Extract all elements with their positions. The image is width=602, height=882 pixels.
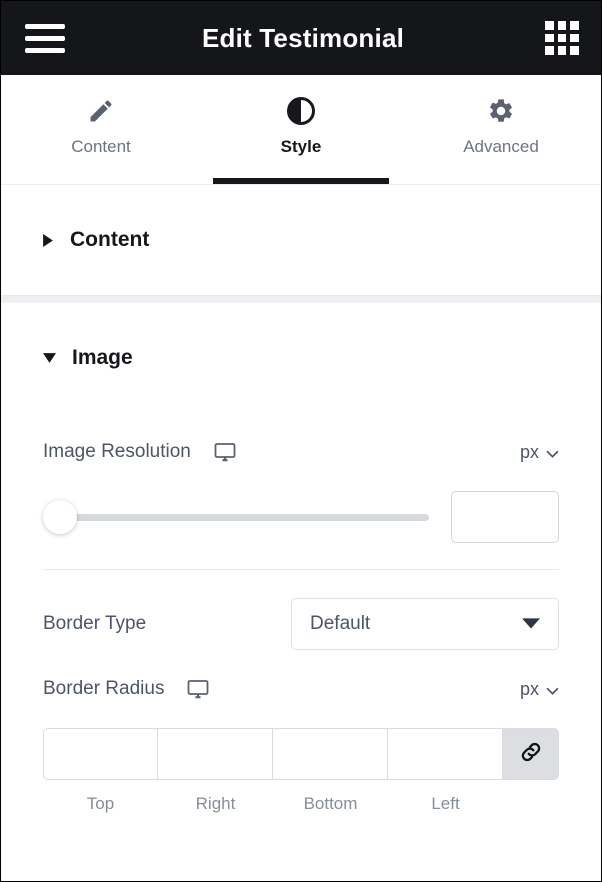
grid-dot [545,21,554,30]
grid-dot [557,33,567,43]
image-resolution-header: Image Resolution px [43,435,559,469]
field-caption: Top [86,794,115,813]
image-resolution-input[interactable] [451,491,559,543]
unit-selector-border-radius[interactable]: px [520,679,559,700]
section-divider [1,295,601,303]
grid-dot [545,33,554,43]
hamburger-bar [25,23,65,29]
field-caption: Left [431,794,460,813]
border-radius-right: Right [158,728,273,814]
border-type-select[interactable]: Default [291,598,559,650]
section-header-image[interactable]: Image [1,303,601,413]
section-title: Content [70,228,150,251]
edit-testimonial-panel: Edit Testimonial Content Style Advanced … [0,0,602,882]
control-label: Border Radius [43,678,165,699]
hamburger-menu-icon[interactable] [23,21,67,55]
border-radius-top-input[interactable] [43,728,158,780]
control-label: Border Type [43,613,147,634]
desktop-monitor-icon[interactable] [186,677,210,701]
border-radius-left: Left [388,728,503,814]
grid-dot [557,46,567,55]
tab-content[interactable]: Content [1,75,201,184]
tab-label: Advanced [463,137,539,156]
border-radius-left-input[interactable] [388,728,503,780]
grid-dot [570,46,579,55]
contrast-icon [286,95,316,127]
border-radius-bottom: Bottom [273,728,388,814]
unit-label: px [519,441,539,462]
hamburger-bar [25,47,65,53]
border-radius-inputs: Top Right Bottom Left [43,728,559,814]
image-resolution-slider[interactable] [43,500,429,534]
slider-track [52,513,429,521]
apps-grid-icon[interactable] [545,21,579,55]
gear-icon [487,95,515,127]
tab-label: Style [280,137,322,156]
border-radius-top: Top [43,728,158,814]
control-divider [43,569,559,570]
control-image-resolution: Image Resolution px [43,413,559,570]
caret-down-icon [43,352,56,364]
image-section-body: Image Resolution px Border Type Default … [1,413,601,814]
control-border-type: Border Type Default [43,598,559,650]
unit-selector-image-resolution[interactable]: px [520,442,559,463]
section-header-content[interactable]: Content [1,185,601,295]
border-type-value: Default [310,613,371,634]
grid-dot [557,21,567,30]
border-radius-header: Border Radius px [43,672,559,706]
image-resolution-slider-row [43,491,559,543]
unit-label: px [519,678,539,699]
app-header: Edit Testimonial [1,1,601,75]
pencil-icon [87,95,115,127]
field-caption: Right [195,794,236,813]
link-values-button[interactable] [503,728,559,780]
field-caption: Bottom [303,794,358,813]
tab-bar: Content Style Advanced [1,75,601,185]
caret-right-icon [43,233,54,247]
tab-label: Content [71,137,131,156]
control-border-radius: Border Radius px Top Right Bottom Left [43,650,559,814]
border-radius-bottom-input[interactable] [273,728,388,780]
page-title: Edit Testimonial [201,22,405,53]
hamburger-bar [25,35,65,41]
desktop-monitor-icon[interactable] [213,440,237,464]
tab-style[interactable]: Style [201,75,401,184]
section-title: Image [72,346,133,369]
chevron-down-icon [546,679,559,700]
triangle-down-icon [522,618,540,630]
link-chain-icon [518,739,544,770]
grid-dot [570,33,579,43]
slider-handle[interactable] [43,500,77,534]
grid-dot [545,46,554,55]
border-radius-right-input[interactable] [158,728,273,780]
chevron-down-icon [546,442,559,463]
tab-advanced[interactable]: Advanced [401,75,601,184]
control-label: Image Resolution [43,441,191,462]
grid-dot [570,21,579,30]
